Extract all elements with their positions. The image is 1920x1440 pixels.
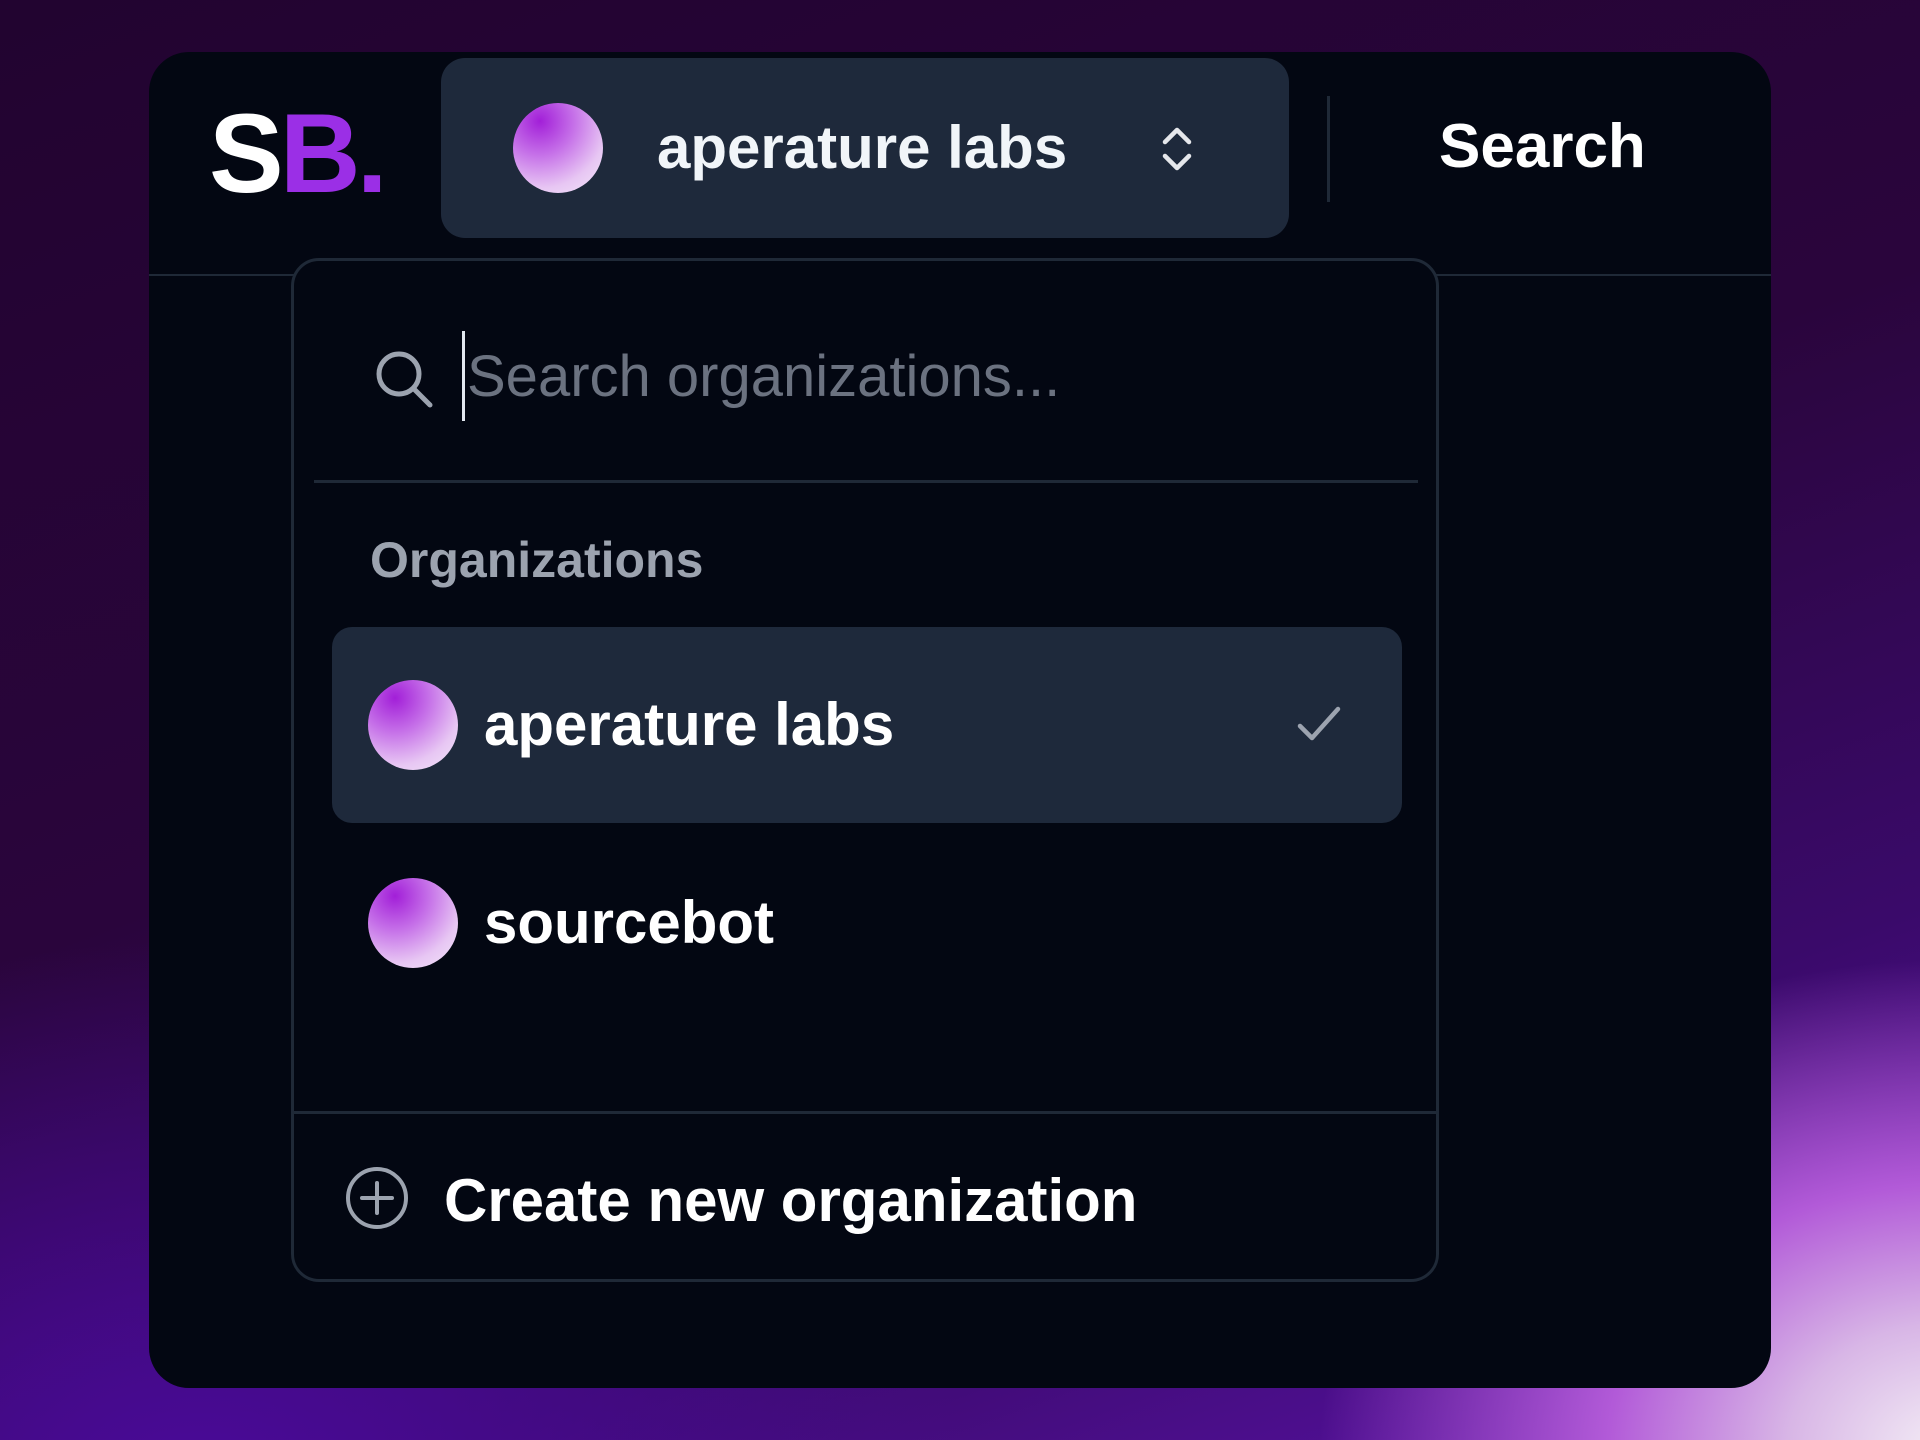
logo-letter-b: B.: [279, 91, 388, 216]
org-search-input[interactable]: [462, 331, 1362, 421]
menu-divider: [294, 1111, 1436, 1114]
nav-search-link[interactable]: Search: [1439, 52, 1646, 232]
current-org-name: aperature labs: [657, 114, 1068, 181]
app-window: SB. aperature labs Search Organizations …: [149, 52, 1771, 1388]
logo-letter-s: S: [209, 91, 284, 216]
nav-divider: [1327, 96, 1330, 202]
org-avatar: [368, 680, 458, 770]
create-organization-label: Create new organization: [444, 1167, 1138, 1234]
org-item-aperature-labs[interactable]: aperature labs: [332, 627, 1402, 823]
org-search-row: [314, 261, 1418, 483]
org-switcher-button[interactable]: aperature labs: [441, 58, 1289, 238]
top-nav: SB. aperature labs Search: [149, 52, 1771, 276]
org-item-label: sourcebot: [484, 889, 775, 956]
org-item-label: aperature labs: [484, 691, 895, 758]
create-organization-button[interactable]: Create new organization: [344, 1131, 1394, 1261]
check-icon: [1297, 706, 1341, 741]
chevrons-up-down-icon: [1162, 127, 1192, 171]
search-icon: [376, 351, 433, 408]
org-dropdown-menu: Organizations aperature labs sourcebot C…: [291, 258, 1439, 1282]
org-avatar: [513, 103, 603, 193]
org-avatar: [368, 878, 458, 968]
plus-circle-icon: [346, 1167, 408, 1229]
organizations-heading: Organizations: [370, 532, 704, 588]
sourcebot-logo[interactable]: SB.: [209, 98, 388, 210]
org-item-sourcebot[interactable]: sourcebot: [332, 825, 1402, 1021]
